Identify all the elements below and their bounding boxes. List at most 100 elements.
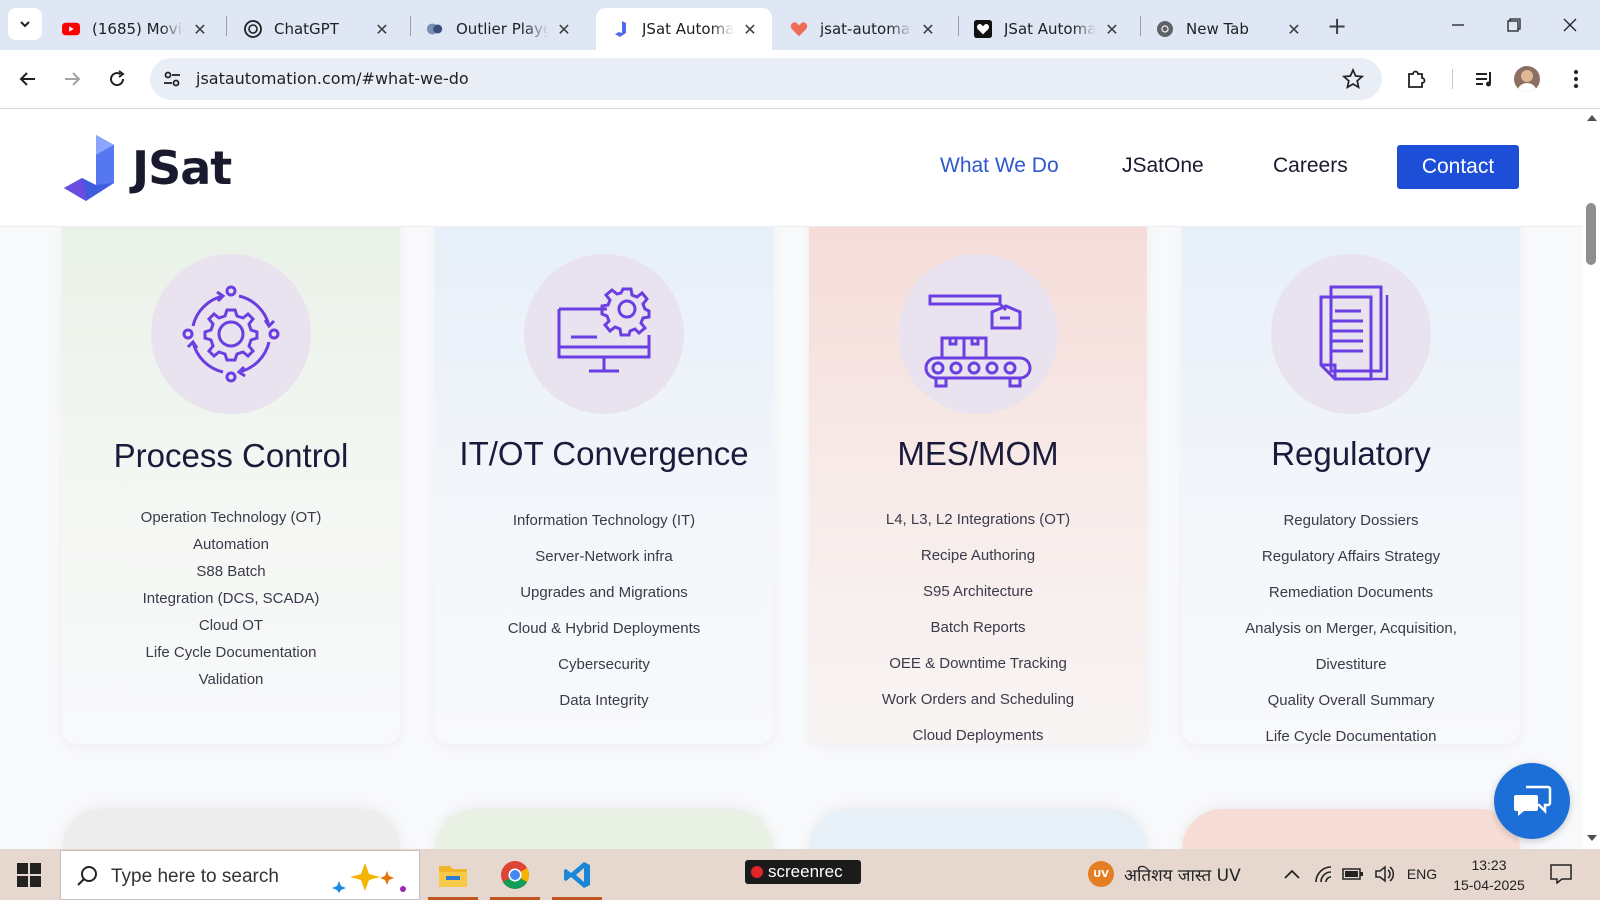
list-item: Quality Overall Summary [1267, 692, 1435, 709]
chatgpt-icon [244, 20, 262, 38]
language-indicator[interactable]: ENG [1402, 861, 1442, 887]
page-viewport[interactable]: Process Control Operation Technology (OT… [0, 109, 1582, 849]
close-tab-icon[interactable]: ✕ [1102, 19, 1122, 39]
weather-widget[interactable]: UV अतिशय जास्त UV [1088, 861, 1241, 887]
show-hidden-icons-button[interactable] [1278, 861, 1306, 887]
tab-title: JSat Automation [642, 20, 734, 38]
service-card-process-control: Process Control Operation Technology (OT… [62, 214, 400, 744]
clock-time: 13:23 [1471, 857, 1507, 873]
forward-button[interactable] [55, 62, 89, 96]
page-scrollbar[interactable] [1582, 109, 1600, 849]
close-tab-icon[interactable]: ✕ [372, 19, 392, 39]
nav-jsatone[interactable]: JSatOne [1122, 154, 1204, 178]
tab-title: (1685) Movie Æ [92, 20, 184, 38]
notifications-button[interactable] [1544, 861, 1578, 887]
card-items-list: L4, L3, L2 Integrations (OT) Recipe Auth… [809, 502, 1147, 754]
new-tab-button[interactable]: + [1322, 12, 1352, 40]
close-tab-icon[interactable]: ✕ [740, 19, 760, 39]
plus-icon: + [1326, 12, 1348, 40]
gear-cycle-icon [151, 254, 311, 414]
scroll-down-arrow-icon[interactable] [1587, 835, 1597, 841]
close-tab-icon[interactable]: ✕ [918, 19, 938, 39]
browser-menu-button[interactable] [1559, 62, 1593, 96]
kebab-menu-icon [1574, 70, 1578, 88]
site-info-icon[interactable] [162, 69, 182, 93]
taskbar-clock[interactable]: 13:23 15-04-2025 [1449, 855, 1529, 895]
service-card-next [435, 809, 773, 849]
site-header: JSat What We Do JSatOne Careers Contact [0, 109, 1582, 227]
list-item: Batch Reports [930, 619, 1026, 636]
address-bar[interactable]: jsatautomation.com/#what-we-do [150, 58, 1382, 100]
list-item: Regulatory Dossiers [1283, 512, 1419, 529]
file-explorer-app[interactable] [424, 850, 482, 900]
jsat-logo-icon [64, 135, 114, 201]
list-item: Regulatory Affairs Strategy [1261, 548, 1441, 565]
sparkle-icon [332, 863, 406, 893]
search-placeholder: Type here to search [111, 866, 279, 887]
windows-logo-icon [17, 863, 41, 887]
scrollbar-thumb[interactable] [1586, 203, 1596, 265]
list-item: Server-Network infra [535, 548, 673, 565]
back-arrow-icon [19, 72, 35, 86]
speaker-icon [1375, 865, 1394, 883]
restore-button[interactable] [1486, 0, 1542, 50]
battery-button[interactable] [1338, 861, 1368, 887]
tab-jsat-bookmark[interactable]: JSat Automation ✕ [958, 8, 1134, 50]
forward-arrow-icon [65, 72, 81, 86]
taskbar-search-box[interactable]: Type here to search [60, 850, 420, 900]
close-tab-icon[interactable]: ✕ [1284, 19, 1304, 39]
list-item: Life Cycle Documentation [1265, 728, 1437, 745]
extensions-button[interactable] [1399, 62, 1433, 96]
url-text[interactable]: jsatautomation.com/#what-we-do [196, 69, 469, 88]
tab-youtube[interactable]: (1685) Movie Æ ✕ [46, 8, 222, 50]
tab-outlier[interactable]: Outlier Playground ✕ [410, 8, 586, 50]
list-item: Life Cycle Documentation [145, 644, 317, 661]
nav-what-we-do[interactable]: What We Do [940, 154, 1059, 178]
list-item: Data Integrity [559, 692, 649, 709]
tab-jsat-heart[interactable]: jsat-automation ✕ [774, 8, 950, 50]
screenrec-indicator[interactable]: screenrec [745, 860, 861, 884]
start-button[interactable] [14, 862, 46, 888]
close-window-button[interactable] [1542, 0, 1598, 50]
windows-taskbar: Type here to search screenrec UV अतिशय ज… [0, 849, 1600, 900]
tab-new-tab[interactable]: New Tab ✕ [1140, 8, 1316, 50]
back-button[interactable] [11, 62, 45, 96]
close-icon [1563, 18, 1577, 32]
battery-icon [1342, 868, 1363, 880]
tab-chatgpt[interactable]: ChatGPT ✕ [228, 8, 404, 50]
chat-widget-button[interactable] [1494, 763, 1570, 839]
list-item: S95 Architecture [922, 583, 1034, 600]
tab-jsat-active[interactable]: JSat Automation ✕ [596, 8, 772, 50]
card-title: Regulatory [1271, 435, 1431, 472]
nav-careers[interactable]: Careers [1273, 154, 1348, 178]
media-control-button[interactable] [1468, 62, 1502, 96]
minimize-button[interactable] [1430, 0, 1486, 50]
uv-badge: UV [1088, 861, 1114, 887]
close-tab-icon[interactable]: ✕ [554, 19, 574, 39]
contact-button[interactable]: Contact [1397, 145, 1519, 189]
volume-button[interactable] [1370, 861, 1398, 887]
card-items-list: Information Technology (IT) Server-Netwo… [435, 503, 773, 719]
card-items-list: Operation Technology (OT) Automation S88… [62, 504, 400, 693]
chrome-app[interactable] [486, 850, 544, 900]
bookmark-star-icon[interactable] [1341, 67, 1365, 94]
list-item: Remediation Documents [1268, 584, 1434, 601]
list-item: Cloud Deployments [912, 727, 1044, 744]
reload-button[interactable] [100, 62, 134, 96]
list-item: Work Orders and Scheduling [881, 691, 1075, 708]
close-tab-icon[interactable]: ✕ [190, 19, 210, 39]
list-item: Automation [193, 536, 269, 553]
card-title: IT/OT Convergence [459, 435, 749, 472]
scroll-up-arrow-icon[interactable] [1587, 115, 1597, 121]
tab-search-button[interactable] [8, 8, 42, 40]
vscode-app[interactable] [548, 850, 606, 900]
card-items-list: Regulatory Dossiers Regulatory Affairs S… [1182, 503, 1520, 755]
heart-icon [790, 20, 808, 38]
documents-icon [1271, 254, 1431, 414]
list-item: OEE & Downtime Tracking [889, 655, 1067, 672]
network-button[interactable] [1310, 861, 1338, 887]
site-logo[interactable]: JSat [62, 133, 232, 203]
profile-avatar[interactable] [1514, 66, 1540, 92]
conveyor-belt-icon [898, 254, 1058, 414]
logo-text: JSat [132, 141, 232, 195]
